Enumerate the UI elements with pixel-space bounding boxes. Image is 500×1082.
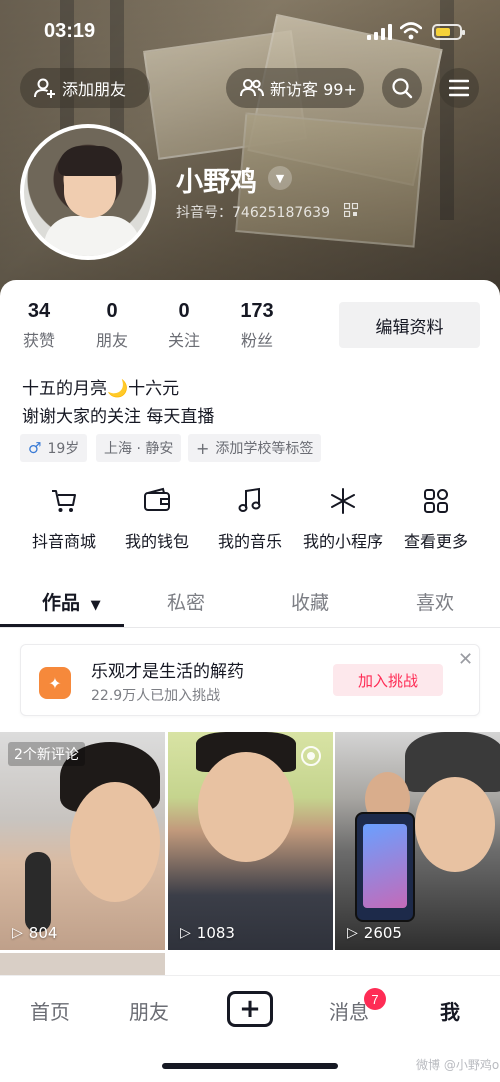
stat-friends-label: 朋友 [95,331,128,350]
location-tag-label: 上海 · 静安 [104,441,174,457]
grid-more-icon [424,489,448,513]
music-note-icon [238,487,261,512]
wallet-icon [144,487,170,511]
nav-friends[interactable]: 朋友 [129,996,169,1025]
video-thumbnail-partial[interactable] [0,953,165,975]
video-play-count-value: 804 [28,924,58,942]
tab-works-label: 作品 [42,592,81,614]
stat-likes[interactable]: 34 获赞 [18,300,60,351]
stat-friends-value: 0 [106,300,118,322]
add-school-tag-label: 添加学校等标签 [215,441,314,457]
douyin-id: 抖音号：74625187639 [176,205,330,221]
avatar[interactable] [20,124,156,260]
mini-program-icon [331,488,355,514]
add-friend-label: 添加朋友 [62,80,127,99]
nav-home[interactable]: 首页 [30,996,70,1025]
play-icon: ▷ [180,925,191,941]
challenge-title: 乐观才是生活的解药 [91,662,244,682]
new-visitors-label: 新访客 99+ [270,80,357,99]
nickname: 小野鸡 [176,167,257,198]
status-bar: 03:19 [0,0,500,64]
video-thumbnail[interactable]: ▷ 2605 [335,732,500,950]
tab-works[interactable]: 作品 ▼ [42,588,101,615]
content-tabs: 作品 ▼ 私密 收藏 喜欢 [0,580,500,628]
add-school-tag[interactable]: + 添加学校等标签 [188,434,322,462]
stat-likes-label: 获赞 [22,331,55,350]
challenge-subtitle: 22.9万人已加入挑战 [91,688,221,704]
video-thumbnail[interactable]: ▷ 1083 [168,732,333,950]
stat-followers[interactable]: 173 粉丝 [236,300,278,351]
hamburger-menu-icon [449,79,469,97]
search-button[interactable] [382,68,422,108]
close-icon[interactable]: ✕ [458,649,473,670]
service-music[interactable]: 我的音乐 [202,486,298,552]
cart-icon [52,490,76,512]
stat-followers-value: 173 [240,300,274,322]
nav-messages[interactable]: 消息 [329,996,369,1025]
service-mall-label: 抖音商城 [31,532,96,551]
video-play-count-value: 1083 [196,924,235,942]
stat-followers-label: 粉丝 [240,331,273,350]
video-play-count: ▷ 1083 [180,924,235,942]
caret-down-icon: ▼ [90,598,101,613]
live-photo-icon [301,746,321,766]
menu-button[interactable] [439,68,479,108]
nav-me[interactable]: 我 [440,996,460,1025]
stat-following-label: 关注 [167,331,200,350]
video-play-count-value: 2605 [363,924,402,942]
service-mini-program-label: 我的小程序 [302,532,383,551]
service-wallet[interactable]: 我的钱包 [109,486,205,552]
male-gender-icon: ♂ [28,439,42,457]
tab-active-indicator [0,624,124,627]
service-wallet-label: 我的钱包 [124,532,189,551]
bio-line-2: 谢谢大家的关注 每天直播 [22,407,215,427]
tab-private[interactable]: 私密 [167,588,205,615]
visitors-icon [240,79,264,97]
location-tag: 上海 · 静安 [96,434,182,462]
message-count-badge: 7 [364,988,386,1010]
stat-following-value: 0 [178,300,190,322]
tab-likes[interactable]: 喜欢 [416,588,454,615]
bio-line-1: 十五的月亮🌙十六元 [22,379,180,399]
play-icon: ▷ [12,925,23,941]
age-tag: ♂ 19岁 [20,434,88,462]
service-mall[interactable]: 抖音商城 [16,486,112,552]
cellular-signal-icon [367,24,393,40]
account-switch-chevron-icon[interactable]: ▼ [268,166,292,190]
video-play-count: ▷ 2605 [347,924,402,942]
age-tag-label: 19岁 [47,441,80,457]
stat-friends[interactable]: 0 朋友 [91,300,133,351]
plus-icon: + [239,994,261,1024]
service-more-label: 查看更多 [403,532,468,551]
create-post-button[interactable]: + [227,991,273,1027]
status-time: 03:19 [44,20,96,42]
edit-profile-button[interactable]: 编辑资料 [339,302,480,348]
video-thumbnail[interactable]: 2个新评论 ▷ 804 [0,732,165,950]
plus-icon: + [196,438,210,458]
home-indicator[interactable] [162,1063,338,1069]
challenge-icon: ✦ [39,667,71,699]
service-more[interactable]: 查看更多 [388,486,484,552]
search-icon [392,78,413,99]
challenge-card[interactable]: ✦ 乐观才是生活的解药 22.9万人已加入挑战 加入挑战 ✕ [20,644,480,716]
qr-code-icon[interactable] [344,203,358,217]
add-user-icon [34,78,55,98]
play-icon: ▷ [347,925,358,941]
stat-likes-value: 34 [27,300,51,322]
new-comments-badge: 2个新评论 [8,742,85,766]
watermark: 微博 @小野鸡o [416,1058,500,1072]
service-music-label: 我的音乐 [217,532,282,551]
video-play-count: ▷ 804 [12,924,57,942]
new-visitors-button[interactable]: 新访客 99+ [226,68,364,108]
service-mini-program[interactable]: 我的小程序 [295,486,391,552]
tab-favorites[interactable]: 收藏 [291,588,329,615]
join-challenge-button[interactable]: 加入挑战 [333,664,443,696]
add-friend-button[interactable]: 添加朋友 [20,68,150,108]
stat-following[interactable]: 0 关注 [163,300,205,351]
battery-icon [432,24,465,40]
wifi-icon [400,22,422,40]
